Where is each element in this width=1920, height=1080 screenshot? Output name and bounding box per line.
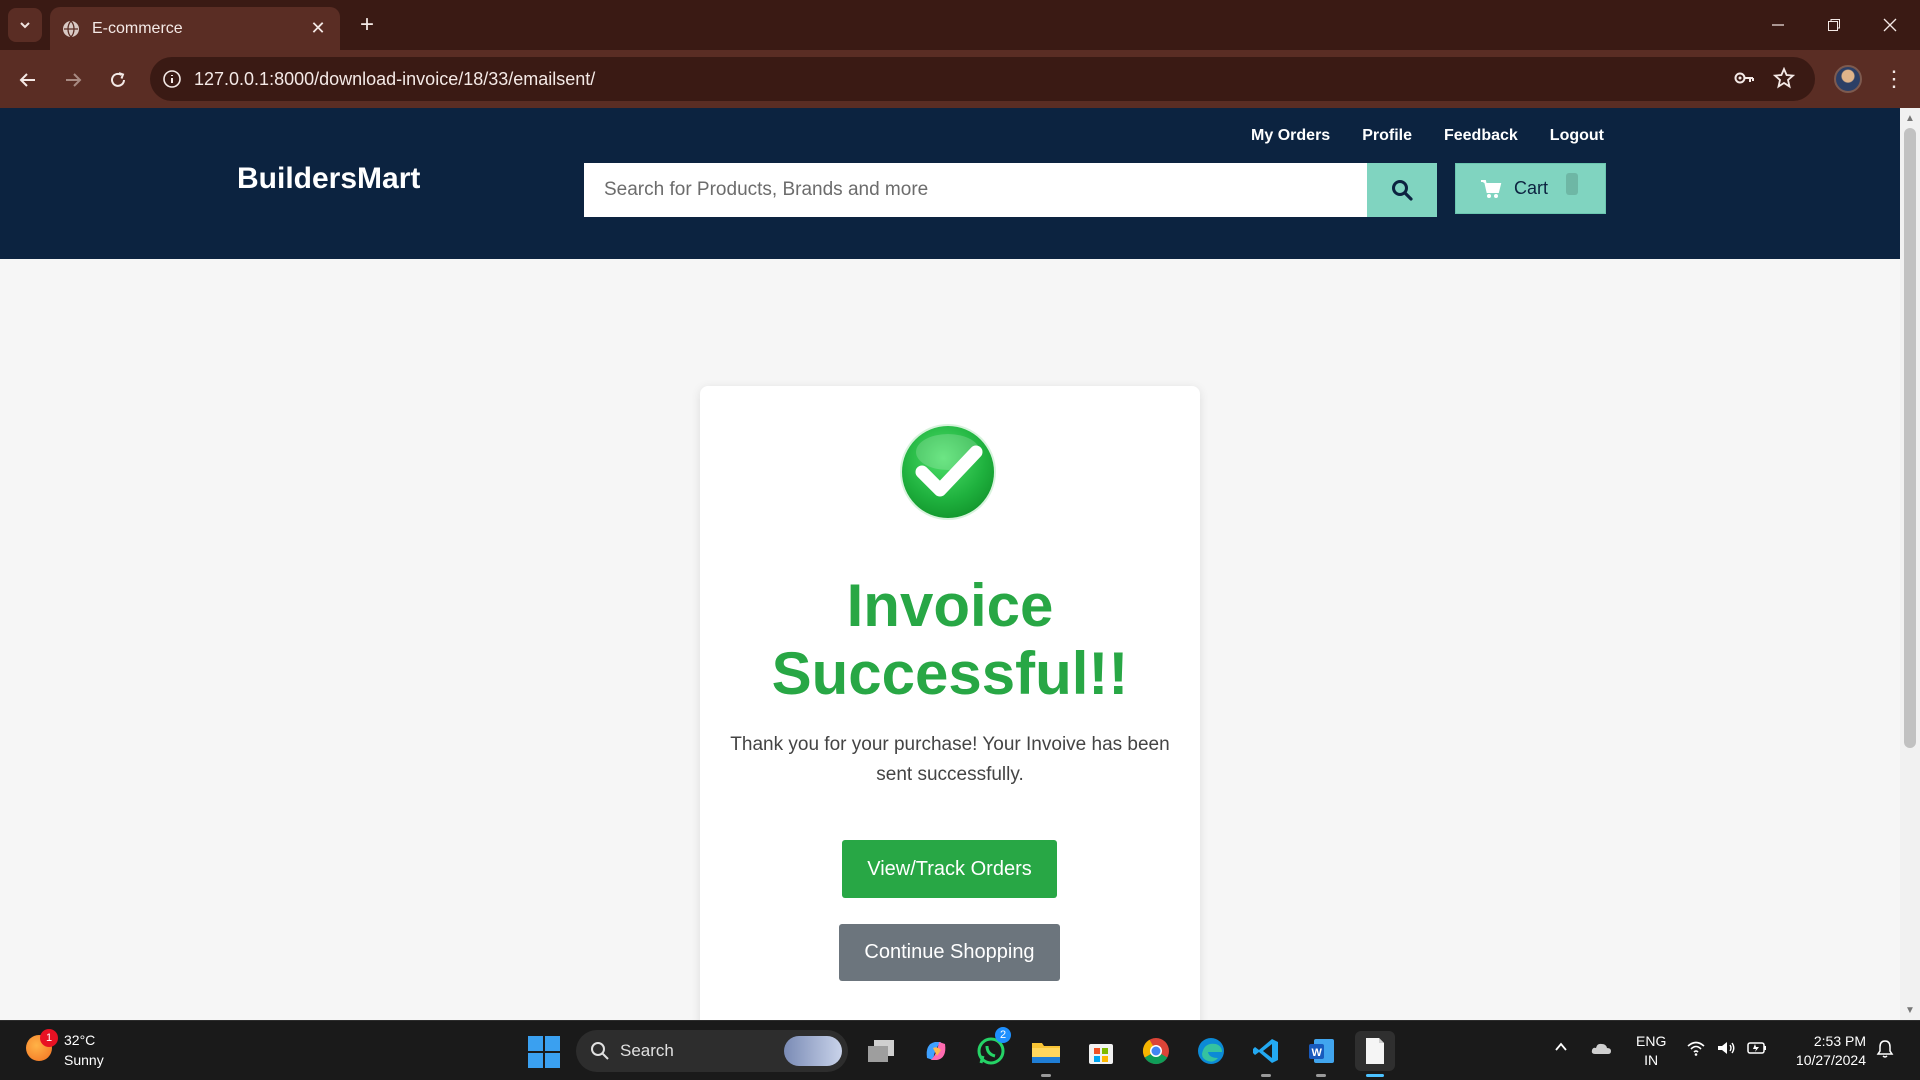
volume-icon[interactable] [1716,1039,1736,1060]
edge-icon[interactable] [1191,1031,1231,1071]
restore-button[interactable] [1806,0,1862,50]
new-tab-button[interactable]: + [352,10,382,40]
search-highlight-image [784,1036,842,1066]
svg-text:W: W [1312,1047,1323,1059]
reload-icon [111,72,125,87]
weather-temperature[interactable]: 32°C [64,1032,95,1048]
site-info-icon[interactable] [150,69,194,89]
search-icon [1392,180,1413,201]
minimize-icon [1772,24,1784,26]
password-key-icon[interactable] [1726,60,1762,96]
search-bar [584,163,1437,217]
view-track-orders-button[interactable]: View/Track Orders [842,840,1057,898]
whatsapp-icon[interactable]: 2 [971,1027,1011,1071]
search-input[interactable] [584,163,1367,217]
close-window-button[interactable] [1862,0,1918,50]
globe-icon [63,20,79,38]
clock-time: 2:53 PM [1813,1033,1866,1049]
nav-my-orders[interactable]: My Orders [1251,127,1330,145]
show-hidden-icons[interactable] [1553,1039,1569,1058]
minimize-button[interactable] [1750,0,1806,50]
whatsapp-badge: 2 [995,1027,1011,1043]
top-nav: My Orders Profile Feedback Logout [1251,127,1604,145]
tab-search-button[interactable] [8,8,42,42]
cart-label: Cart [1514,178,1549,198]
windows-start-icon[interactable] [528,1036,560,1068]
success-title: Invoice Successful!! [771,572,1129,707]
system-clock[interactable]: 2:53 PM 10/27/2024 [1786,1032,1866,1070]
browser-toolbar: 127.0.0.1:8000/download-invoice/18/33/em… [0,50,1920,108]
copilot-icon[interactable] [916,1031,956,1071]
chrome-icon[interactable] [1136,1031,1176,1071]
cart-icon [1481,179,1502,198]
taskbar-search[interactable]: Search [576,1030,848,1072]
scroll-up-icon[interactable]: ▲ [1900,110,1920,126]
language-indicator[interactable]: ENG IN [1636,1032,1666,1070]
browser-tab[interactable]: E-commerce ✕ [50,7,340,50]
forward-button[interactable] [55,62,91,98]
weather-condition[interactable]: Sunny [64,1052,104,1068]
reload-button[interactable] [100,62,136,98]
close-icon [1883,18,1897,32]
url-text[interactable]: 127.0.0.1:8000/download-invoice/18/33/em… [194,69,595,90]
notification-bell-icon[interactable] [1876,1039,1894,1062]
page-scrollbar[interactable]: ▲ ▼ [1900,108,1920,1020]
cart-button[interactable]: Cart [1455,163,1606,214]
nav-profile[interactable]: Profile [1362,127,1412,145]
language-code: ENG [1636,1033,1667,1049]
page-viewport: My Orders Profile Feedback Logout Builde… [0,108,1900,1020]
arrow-left-icon [19,73,35,87]
back-button[interactable] [10,62,46,98]
weather-notification-badge: 1 [40,1029,58,1047]
chevron-down-icon [20,22,30,29]
restore-icon [1828,19,1840,31]
success-check-icon [900,424,996,520]
bookmark-star-icon[interactable] [1766,60,1802,96]
profile-avatar[interactable] [1834,65,1862,93]
word-icon[interactable]: W [1301,1031,1341,1077]
file-explorer-icon[interactable] [1026,1031,1066,1077]
search-button[interactable] [1367,163,1437,217]
browser-tab-strip: E-commerce ✕ + [0,0,1920,50]
taskbar-search-label: Search [620,1041,674,1060]
clock-date: 10/27/2024 [1795,1052,1866,1068]
close-tab-icon[interactable]: ✕ [308,18,328,39]
address-bar[interactable]: 127.0.0.1:8000/download-invoice/18/33/em… [150,57,1815,101]
success-card: Invoice Successful!! Thank you for your … [700,386,1200,1020]
notepad-icon[interactable] [1355,1031,1395,1077]
task-view-icon[interactable] [861,1031,901,1071]
wifi-icon[interactable] [1686,1039,1706,1060]
search-icon [591,1042,609,1060]
cart-count-badge [1566,172,1579,195]
browser-menu-icon[interactable]: ⋮ [1880,65,1908,93]
tab-title: E-commerce [92,19,183,37]
brand-logo[interactable]: BuildersMart [237,162,420,196]
site-header: My Orders Profile Feedback Logout Builde… [0,108,1900,259]
nav-feedback[interactable]: Feedback [1444,127,1518,145]
success-message: Thank you for your purchase! Your Invoiv… [730,734,1170,785]
microsoft-store-icon[interactable] [1081,1031,1121,1071]
battery-icon[interactable] [1746,1039,1768,1060]
scroll-down-icon[interactable]: ▼ [1900,1002,1920,1018]
scroll-thumb[interactable] [1904,128,1916,748]
vscode-icon[interactable] [1246,1031,1286,1077]
onedrive-icon[interactable] [1590,1039,1614,1060]
windows-taskbar: 1 32°C Sunny Search 2 W ENG IN 2:53 PM 1… [0,1020,1920,1080]
region-code: IN [1644,1052,1659,1068]
continue-shopping-button[interactable]: Continue Shopping [839,924,1060,981]
arrow-right-icon [66,73,82,87]
nav-logout[interactable]: Logout [1550,127,1604,145]
